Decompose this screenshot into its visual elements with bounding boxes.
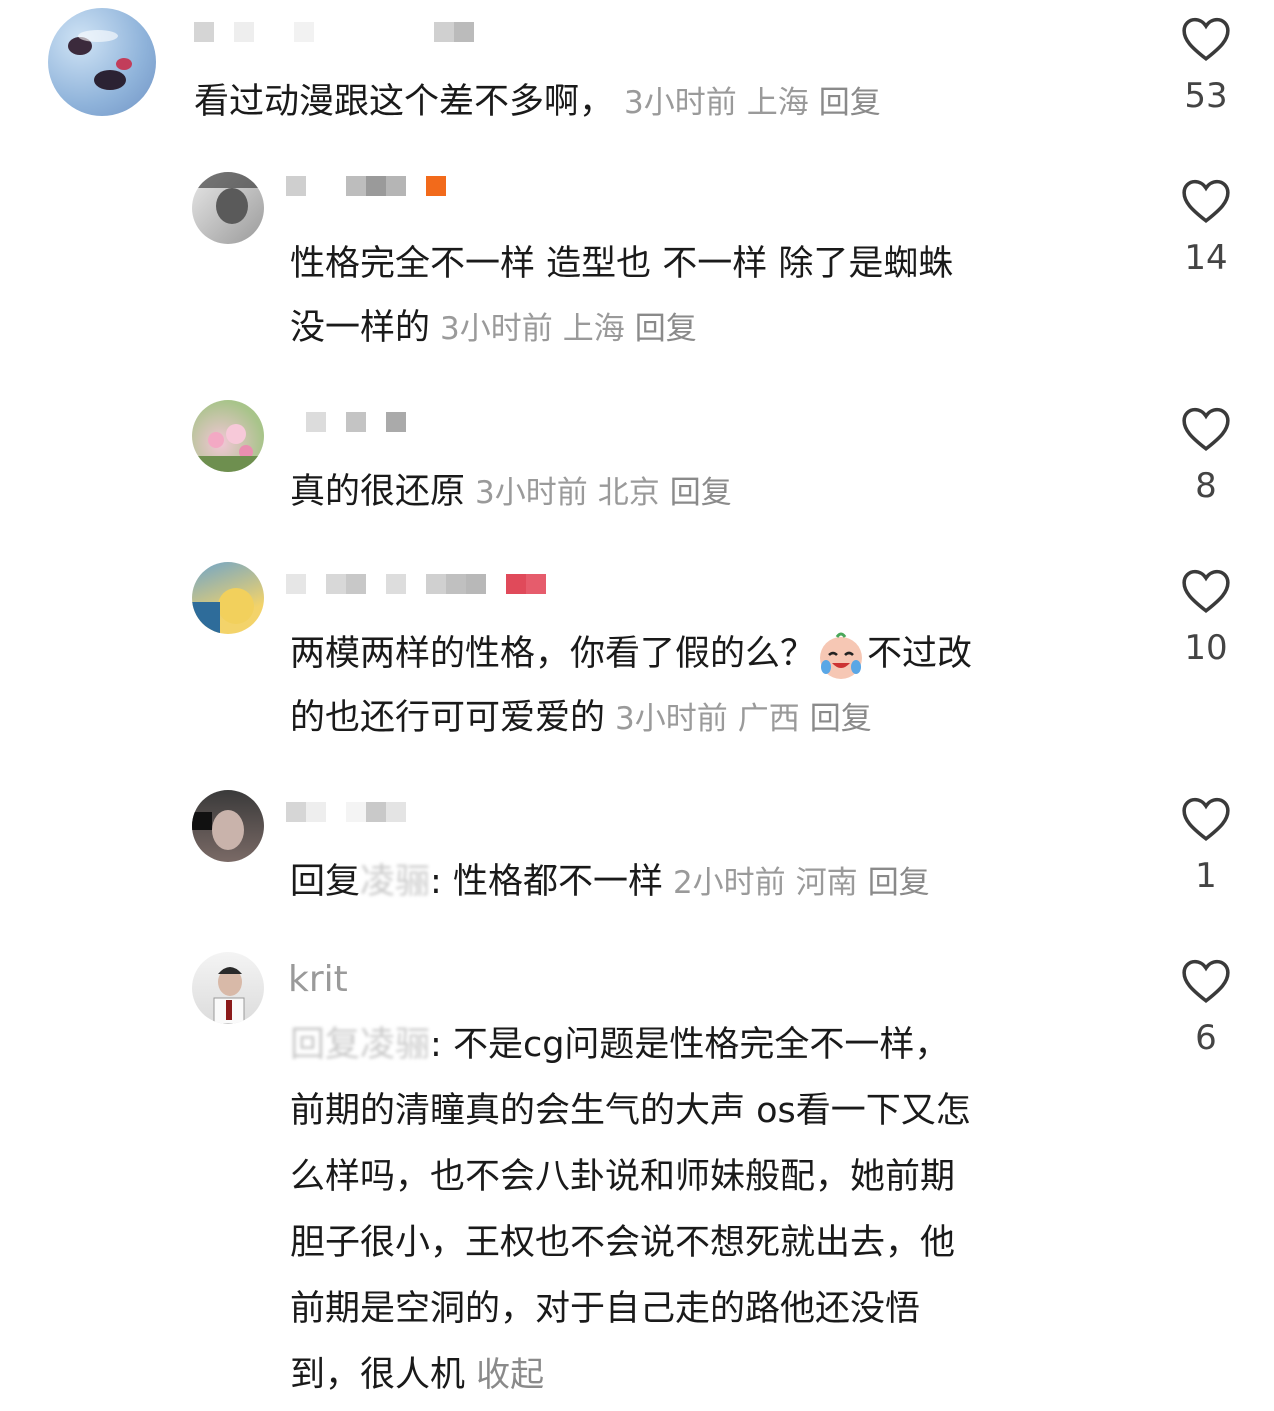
- like-button[interactable]: 8: [1166, 406, 1246, 506]
- comment-text-line: 两模两样的性格，你看了假的么？: [290, 634, 816, 674]
- avatar[interactable]: [48, 8, 156, 116]
- reply-button[interactable]: 回复: [635, 311, 697, 347]
- username-obscured[interactable]: [286, 798, 406, 842]
- avatar[interactable]: [192, 790, 264, 862]
- avatar-image: [192, 588, 254, 634]
- comment-text-line: 前期的清瞳真的会生气的大声 os看一下又怎: [290, 1091, 971, 1131]
- reply-button[interactable]: 回复: [670, 475, 732, 511]
- username[interactable]: krit: [288, 958, 348, 1002]
- comment-body: 真的很还原 3小时前 北京 回复: [290, 460, 742, 525]
- location: 河南: [795, 865, 858, 901]
- avatar-image: [68, 30, 132, 90]
- like-count: 1: [1195, 856, 1217, 896]
- comment-body: 回复凌骊: 性格都不一样 2小时前 河南 回复: [290, 850, 940, 915]
- comment-text: : 性格都不一样: [430, 862, 663, 902]
- like-count: 8: [1195, 466, 1217, 506]
- reply-prefix: 回复: [290, 862, 361, 902]
- like-button[interactable]: 6: [1166, 958, 1246, 1058]
- comment-text-line: 没一样的: [290, 308, 431, 348]
- like-button[interactable]: 1: [1166, 796, 1246, 896]
- like-button[interactable]: 14: [1166, 178, 1246, 278]
- heart-icon: [1182, 797, 1230, 842]
- like-count: 53: [1184, 76, 1228, 116]
- heart-icon: [1182, 407, 1230, 452]
- mosaic-blur: [194, 22, 474, 62]
- avatar-image: [192, 172, 264, 224]
- like-button[interactable]: 10: [1166, 568, 1246, 668]
- like-count: 14: [1184, 238, 1228, 278]
- comment-text-line: 的也还行可可爱爱的: [290, 698, 606, 738]
- avatar[interactable]: [192, 562, 264, 634]
- mosaic-blur: [286, 802, 406, 842]
- reply-button[interactable]: 回复: [810, 701, 872, 737]
- timestamp: 3小时前: [440, 311, 553, 347]
- timestamp: 2小时前: [672, 865, 786, 901]
- location: 上海: [746, 85, 809, 121]
- username-obscured[interactable]: [286, 172, 446, 216]
- avatar-image: [192, 424, 264, 472]
- like-count: 6: [1195, 1018, 1217, 1058]
- username-text: krit: [288, 959, 348, 1000]
- avatar[interactable]: [192, 400, 264, 472]
- like-count: 10: [1184, 628, 1228, 668]
- comment-text-line: 前期是空洞的，对于自己走的路他还没悟: [290, 1289, 921, 1329]
- crying-laughing-emoji-icon: [820, 632, 863, 679]
- collapse-button[interactable]: 收起: [476, 1355, 544, 1395]
- location: 上海: [562, 311, 625, 347]
- comment-text-line: 到，很人机: [290, 1355, 466, 1395]
- comment-body: 看过动漫跟这个差不多啊， 3小时前 上海 回复: [194, 70, 891, 135]
- heart-icon: [1182, 179, 1230, 224]
- avatar-image: [192, 810, 244, 850]
- mosaic-blur: [286, 574, 546, 614]
- heart-icon: [1182, 17, 1230, 62]
- avatar[interactable]: [192, 172, 264, 244]
- heart-icon: [1182, 569, 1230, 614]
- mosaic-blur: [286, 176, 446, 216]
- comment-text-line: 胆子很小，王权也不会说不想死就出去，他: [290, 1223, 956, 1263]
- comment-text-line: : 不是cg问题是性格完全不一样，: [430, 1025, 950, 1065]
- comment-text: 看过动漫跟这个差不多啊，: [194, 82, 615, 122]
- timestamp: 3小时前: [624, 85, 737, 121]
- reply-target-username[interactable]: 凌骊: [360, 862, 430, 902]
- avatar-image: [213, 967, 245, 1024]
- comment-text: 真的很还原: [290, 472, 466, 512]
- comment-text-line: 么样吗，也不会八卦说和师妹般配，她前期: [290, 1157, 956, 1197]
- reply-target-username[interactable]: 凌骊: [360, 1025, 430, 1065]
- timestamp: 3小时前: [475, 475, 588, 511]
- location: 北京: [597, 475, 660, 511]
- reply-prefix: 回复: [290, 1025, 361, 1065]
- reply-button[interactable]: 回复: [868, 865, 930, 901]
- comment-body: 两模两样的性格，你看了假的么？ 不过改 的也还行可可爱爱的 3小时前 广西 回复: [290, 622, 972, 751]
- username-obscured[interactable]: [194, 18, 474, 62]
- mosaic-blur: [286, 412, 406, 452]
- comment-body: 回复凌骊: 不是cg问题是性格完全不一样， 前期的清瞳真的会生气的大声 os看一…: [290, 1012, 971, 1408]
- like-button[interactable]: 53: [1166, 16, 1246, 116]
- comment-text-line: 性格完全不一样 造型也 不一样 除了是蜘蛛: [290, 244, 954, 284]
- comment-text-line: 不过改: [867, 634, 973, 674]
- avatar[interactable]: [192, 952, 264, 1024]
- username-obscured[interactable]: [286, 570, 546, 614]
- comment-body: 性格完全不一样 造型也 不一样 除了是蜘蛛 没一样的 3小时前 上海 回复: [290, 232, 953, 361]
- reply-button[interactable]: 回复: [819, 85, 881, 121]
- timestamp: 3小时前: [615, 701, 728, 737]
- heart-icon: [1182, 959, 1230, 1004]
- location: 广西: [737, 701, 800, 737]
- username-obscured[interactable]: [286, 408, 406, 452]
